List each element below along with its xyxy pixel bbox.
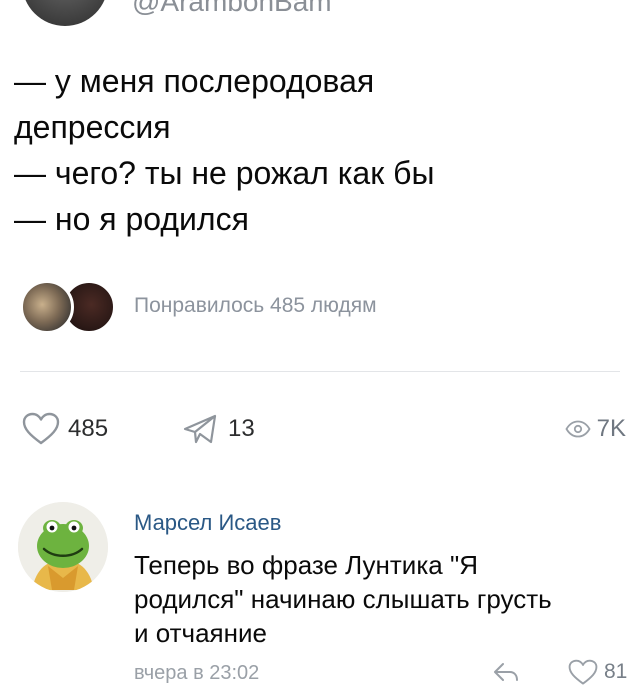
author-avatar[interactable] [22, 0, 108, 26]
post-actions: 485 13 7K [0, 404, 640, 454]
comment-line: и отчаяние [134, 618, 267, 648]
comment-like-button[interactable]: 81 [568, 656, 627, 688]
views-count: 7K [596, 415, 626, 442]
author-handle[interactable]: @ArambonBam [132, 0, 332, 18]
like-button[interactable]: 485 [22, 404, 108, 454]
post-line: — у меня послеродовая [14, 63, 375, 99]
post-line: депрессия [14, 109, 171, 145]
post-text: — у меня послеродовая депрессия — чего? … [14, 58, 624, 242]
comment-timestamp: вчера в 23:02 [134, 662, 260, 684]
eye-icon [565, 420, 591, 438]
like-count: 485 [68, 415, 109, 442]
reply-icon [494, 663, 518, 681]
liker-avatar [20, 280, 74, 334]
views-counter: 7K [565, 404, 626, 454]
comment-line: родился" начинаю слышать грусть [134, 584, 552, 614]
share-icon [183, 414, 217, 444]
comment-like-count: 81 [604, 660, 628, 683]
likers-summary[interactable]: Понравилось 485 людям [20, 280, 580, 336]
comment-text: Теперь во фразе Лунтика "Я родился" начи… [134, 548, 624, 650]
commenter-name[interactable]: Марсел Исаев [134, 510, 281, 536]
post-line: — но я родился [14, 201, 249, 237]
heart-icon [22, 412, 60, 445]
likers-count-text[interactable]: Понравилось 485 людям [134, 294, 377, 318]
divider [20, 371, 620, 372]
heart-icon [568, 659, 598, 684]
share-button[interactable]: 13 [182, 404, 255, 454]
reply-button[interactable] [492, 658, 520, 686]
commenter-avatar[interactable] [18, 502, 108, 592]
share-count: 13 [228, 415, 255, 442]
post-line: — чего? ты не рожал как бы [14, 155, 435, 191]
comment-line: Теперь во фразе Лунтика "Я [134, 550, 478, 580]
